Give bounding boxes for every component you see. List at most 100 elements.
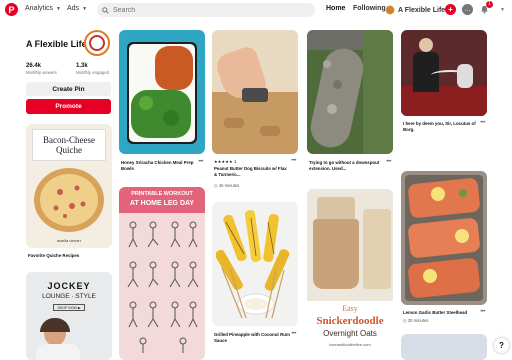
- profile-avatar[interactable]: [84, 30, 110, 56]
- chevron-down-icon: ▼: [56, 6, 61, 12]
- profile-link-label: A Flexible Life: [398, 6, 446, 14]
- search-bar[interactable]: [97, 3, 315, 17]
- pineapple-skewers: [216, 210, 290, 319]
- kneeling-person: [457, 64, 473, 88]
- avatar: [385, 5, 395, 15]
- chevron-down-icon: ▼: [82, 6, 88, 12]
- lemon-slice: [423, 269, 437, 283]
- pin-time-label: 45 minutes: [218, 183, 240, 188]
- person-head: [419, 38, 433, 52]
- lawn: [363, 30, 393, 154]
- pin-image[interactable]: [401, 334, 487, 360]
- pin-title: Trying to go without a downspout extensi…: [309, 160, 380, 171]
- pin-title: Honey Sriracha Chicken Meal Prep Bowls: [121, 160, 194, 171]
- lemon-slice: [455, 229, 469, 243]
- biscuit: [260, 126, 280, 136]
- lemon-slice: [431, 187, 445, 201]
- jar: [313, 219, 359, 289]
- promote-button[interactable]: Promote: [26, 99, 111, 114]
- create-pin-button[interactable]: Create Pin: [26, 82, 111, 96]
- model-hair: [40, 318, 70, 332]
- pin-image[interactable]: JOCKEY LOUNGE · STYLE SHOP NOW ▶: [26, 272, 112, 360]
- cookie-cutter: [242, 88, 268, 102]
- pin-image-url: loveandfoodforfive.com: [329, 342, 371, 347]
- help-button[interactable]: ?: [494, 338, 509, 353]
- ads-menu[interactable]: Ads ▼: [67, 5, 87, 12]
- analytics-label: Analytics: [25, 5, 54, 12]
- pin-image[interactable]: PRINTABLE WORKOUT AT HOME LEG DAY: [119, 187, 205, 360]
- pin-time-label: 30 minutes: [407, 318, 429, 323]
- more-options-icon[interactable]: •••: [291, 331, 296, 337]
- analytics-menu[interactable]: Analytics ▼: [25, 5, 61, 12]
- avatar-ring: [89, 35, 105, 51]
- pin-title: Favorite Quiche Recipes: [28, 253, 80, 258]
- nav-home[interactable]: Home: [326, 5, 345, 12]
- pin-image[interactable]: [401, 171, 487, 305]
- nav-following[interactable]: Following: [353, 5, 386, 12]
- profile-name: A Flexible Life: [26, 39, 87, 49]
- pin-image[interactable]: [307, 30, 393, 154]
- pin-rating: ★★★★★ 1: [214, 159, 236, 164]
- workout-subtitle: AT HOME LEG DAY: [129, 200, 195, 207]
- chicken-section: [155, 46, 193, 90]
- pin-image-subtitle: Overnight Oats: [323, 329, 377, 338]
- messages-icon[interactable]: …: [462, 4, 473, 15]
- pin-image[interactable]: [212, 202, 298, 326]
- notification-badge: 1: [486, 1, 493, 8]
- stat-value: 1.3k: [76, 63, 88, 69]
- more-options-icon[interactable]: •••: [291, 158, 296, 164]
- more-options-icon[interactable]: •••: [198, 159, 203, 165]
- more-options-icon[interactable]: •••: [480, 120, 485, 126]
- broccoli-floret: [139, 96, 153, 110]
- pin-title: Grilled Pineapple with Coconut Rum Sauce: [214, 332, 290, 343]
- pin-image[interactable]: Easy Snickerdoodle Overnight Oats lovean…: [307, 189, 393, 360]
- exercise-figures: [127, 221, 199, 353]
- model-shirt: [36, 344, 80, 360]
- pin-time: ◷ 45 minutes: [214, 183, 239, 188]
- shop-now-button[interactable]: SHOP NOW ▶: [53, 304, 85, 311]
- pin-image[interactable]: [119, 30, 205, 154]
- biscuit: [224, 118, 244, 128]
- pin-image-caption: Bacon-Cheese Quiche: [32, 129, 106, 161]
- profile-link[interactable]: A Flexible Life: [385, 3, 445, 17]
- pin-image-easy: Easy: [342, 304, 358, 313]
- stat-value: 26.4k: [26, 63, 42, 69]
- pin-time: ◷ 30 minutes: [403, 318, 428, 323]
- clock-icon: ◷: [214, 183, 218, 188]
- pin-image[interactable]: [212, 30, 298, 154]
- stat-viewers: 26.4k Monthly viewers: [26, 63, 66, 75]
- rating-stars: ★★★★★: [214, 159, 233, 164]
- stone: [333, 80, 342, 89]
- more-options-icon[interactable]: •••: [386, 159, 391, 165]
- clock-icon: ◷: [403, 318, 407, 323]
- quiche-illustration: [34, 168, 104, 232]
- more-options-icon[interactable]: •••: [480, 309, 485, 315]
- fish-fillet: [407, 177, 481, 219]
- top-nav-bar: P Analytics▼ Ads▼ Home Following A Flexi…: [0, 0, 512, 20]
- fish-fillet: [407, 257, 481, 299]
- stat-engaged: 1.3k Monthly engaged: [72, 63, 112, 75]
- pinterest-logo-icon[interactable]: P: [5, 3, 18, 16]
- pin-image[interactable]: Bacon-Cheese Quiche martha stewart: [26, 124, 112, 248]
- broccoli-floret: [163, 110, 179, 126]
- search-icon: [102, 6, 109, 14]
- pin-image-brand: JOCKEY: [47, 281, 91, 291]
- pin-image-caption: LOUNGE · STYLE: [42, 293, 96, 300]
- stat-label: Monthly viewers: [26, 70, 57, 75]
- ads-label: Ads: [67, 5, 80, 12]
- pin-image[interactable]: [401, 30, 487, 116]
- stone-path: [307, 44, 367, 152]
- stat-label: Monthly engaged: [76, 70, 109, 75]
- pin-image-title: Snickerdoodle: [316, 315, 384, 327]
- stone: [327, 104, 337, 114]
- fish-fillet: [407, 217, 481, 259]
- pin-title: Peanut Butter Dog Biscuits w/ Flax & Tur…: [214, 166, 287, 177]
- jar-background: [363, 209, 391, 289]
- plus-icon[interactable]: +: [445, 4, 456, 15]
- stone: [323, 60, 331, 68]
- search-input[interactable]: [113, 6, 303, 14]
- chevron-down-icon[interactable]: ▼: [497, 4, 508, 15]
- rating-count: 1: [233, 159, 237, 164]
- pin-title: I here by deem you, Sir, Locutus of Borg…: [403, 121, 476, 132]
- pin-image-credit: martha stewart: [57, 238, 81, 243]
